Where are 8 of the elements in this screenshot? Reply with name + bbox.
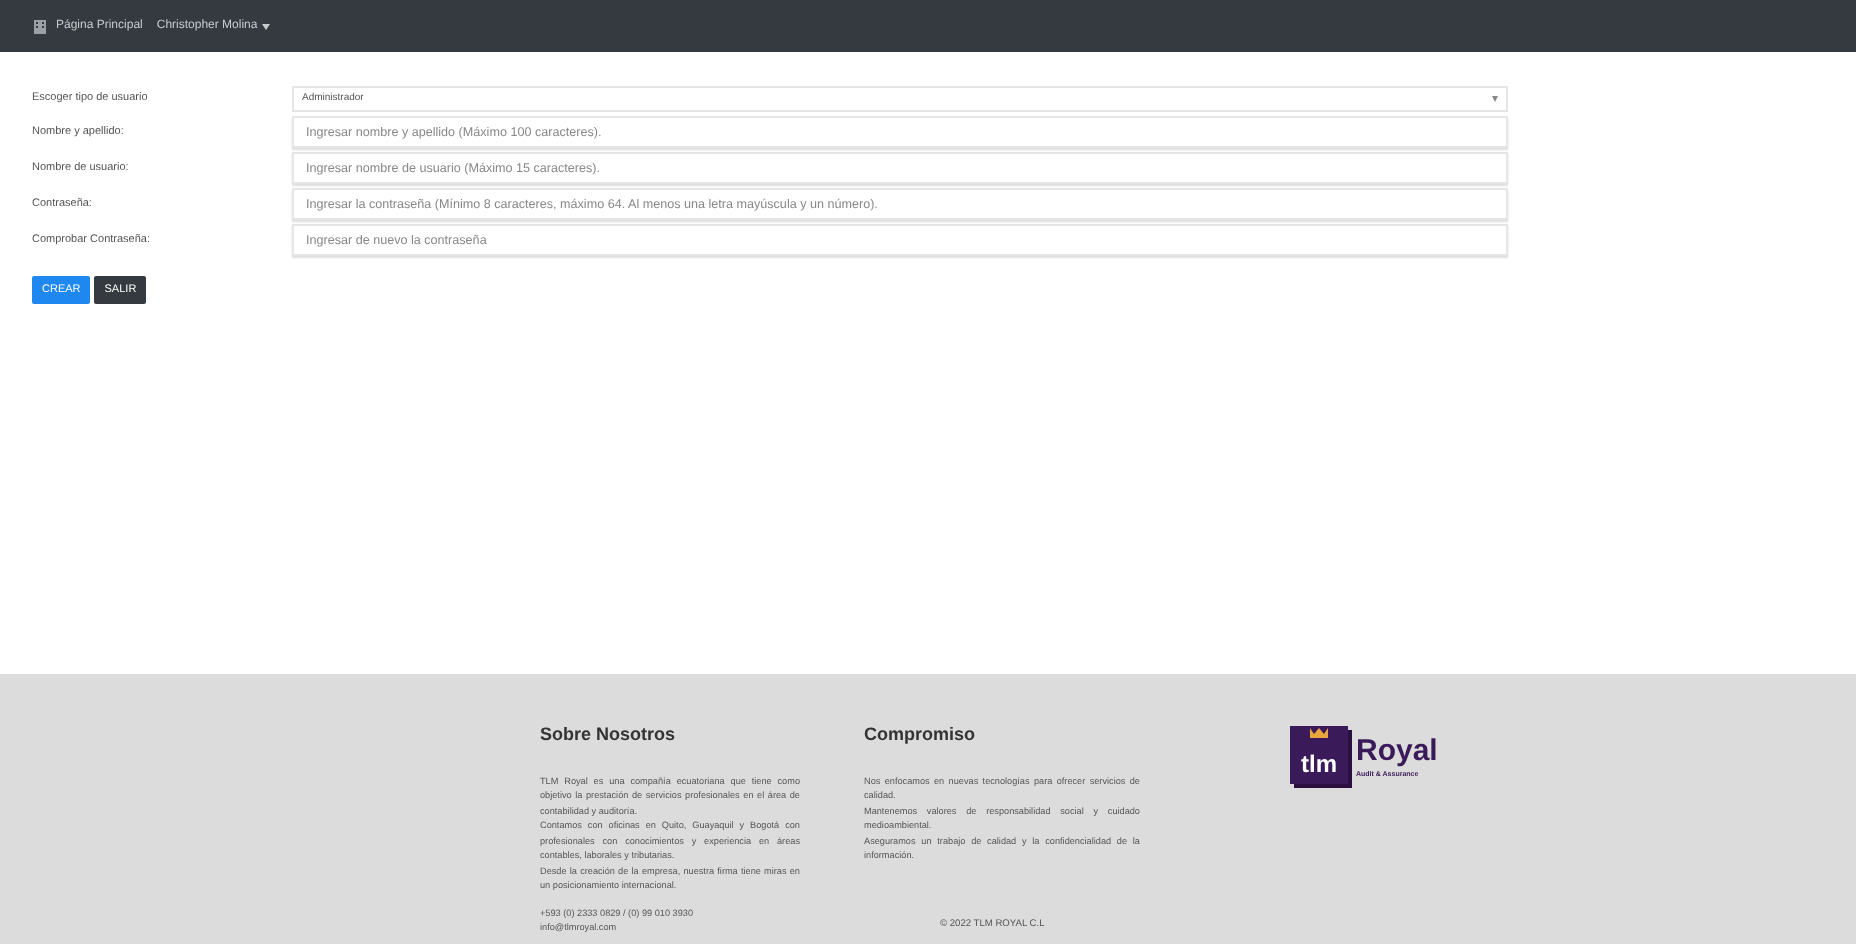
crown-icon: [1310, 728, 1328, 738]
logo-text: tlm: [1301, 752, 1337, 776]
caret-icon: [1492, 96, 1498, 102]
logo-text: Royal: [1356, 736, 1438, 766]
footer-heading: Sobre Nosotros: [540, 722, 678, 748]
building-icon: [32, 18, 48, 34]
footer-heading: Compromiso: [864, 722, 978, 748]
caret-icon: [261, 23, 270, 29]
